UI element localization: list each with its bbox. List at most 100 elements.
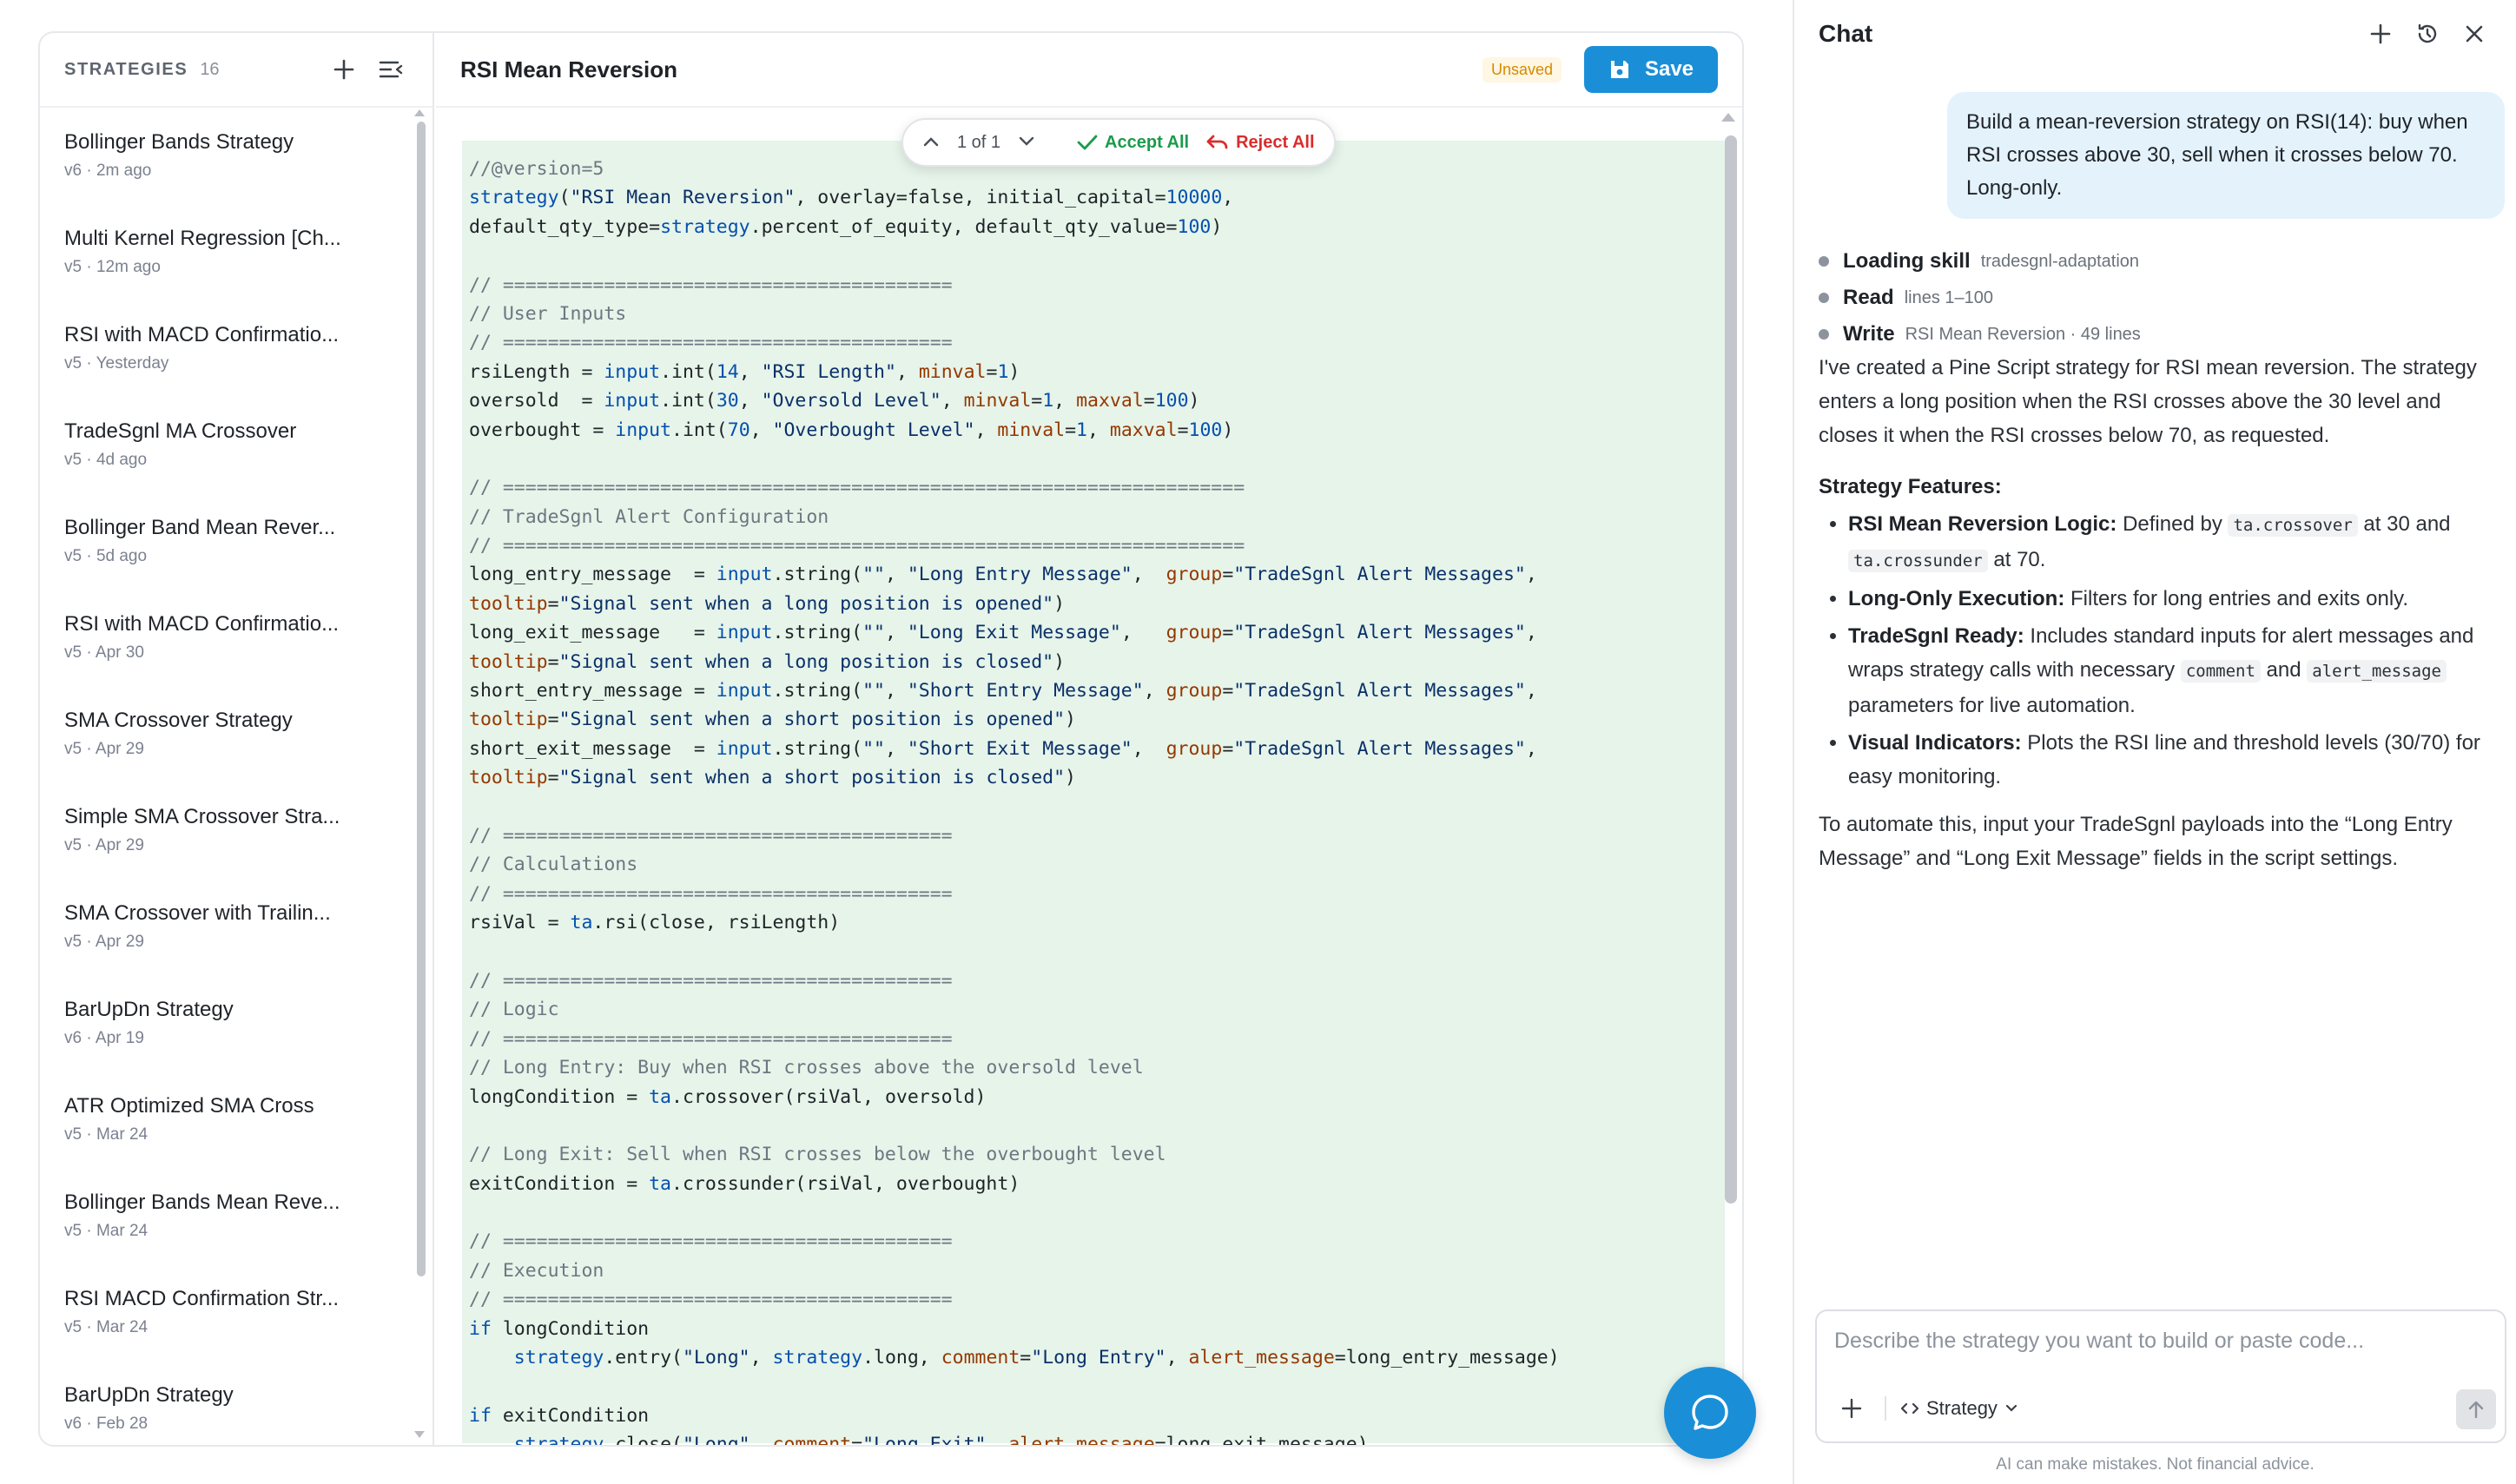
feature-title: RSI Mean Reversion Logic: xyxy=(1848,512,2117,536)
code-line[interactable]: // Execution xyxy=(469,1256,1725,1285)
code-line[interactable]: rsiLength = input.int(14, "RSI Length", … xyxy=(469,358,1725,386)
code-line[interactable]: longCondition = ta.crossover(rsiVal, ove… xyxy=(469,1083,1725,1111)
strategy-list-item[interactable]: BarUpDn Strategy v6 · Feb 28 xyxy=(40,1362,422,1445)
activity-label: Read xyxy=(1843,286,1894,309)
inline-code: alert_message xyxy=(2307,660,2447,683)
new-strategy-button[interactable] xyxy=(327,52,361,87)
code-line[interactable]: // =====================================… xyxy=(469,271,1725,300)
code-diff-area[interactable]: //@version=5 strategy("RSI Mean Reversion… xyxy=(462,141,1725,1445)
code-line[interactable]: // User Inputs xyxy=(469,300,1725,328)
strategy-meta: v5 · Apr 30 xyxy=(64,643,144,662)
support-chat-button[interactable] xyxy=(1664,1367,1756,1459)
code-line[interactable]: // =====================================… xyxy=(469,473,1725,502)
code-line[interactable] xyxy=(469,1198,1725,1227)
assistant-message: I've created a Pine Script strategy for … xyxy=(1819,351,2505,875)
chat-history-button[interactable] xyxy=(2410,16,2445,51)
unsaved-badge: Unsaved xyxy=(1482,56,1562,82)
code-line[interactable] xyxy=(469,1372,1725,1401)
previous-change-button[interactable] xyxy=(922,133,940,153)
composer-divider xyxy=(1885,1396,1886,1421)
strategy-name: SMA Crossover Strategy xyxy=(64,709,293,732)
code-line[interactable]: // Logic xyxy=(469,995,1725,1024)
strategy-list-item[interactable]: SMA Crossover with Trailin... v5 · Apr 29 xyxy=(40,881,422,977)
strategy-name: BarUpDn Strategy xyxy=(64,998,234,1021)
sidebar-scroll-up[interactable] xyxy=(414,109,425,116)
code-line[interactable]: tooltip="Signal sent when a short positi… xyxy=(469,705,1725,734)
strategy-list-item[interactable]: Bollinger Band Mean Rever... v5 · 5d ago xyxy=(40,495,422,591)
strategy-list-item[interactable]: TradeSgnl MA Crossover v5 · 4d ago xyxy=(40,399,422,495)
code-line[interactable]: // =====================================… xyxy=(469,531,1725,560)
code-line[interactable]: // =====================================… xyxy=(469,1285,1725,1314)
send-button[interactable] xyxy=(2456,1389,2496,1429)
code-line[interactable] xyxy=(469,1111,1725,1140)
code-line[interactable]: if longCondition xyxy=(469,1315,1725,1343)
mode-select[interactable]: Strategy xyxy=(1900,1393,2018,1424)
strategy-list-item[interactable]: Bollinger Bands Mean Reve... v5 · Mar 24 xyxy=(40,1170,422,1266)
strategy-list-item[interactable]: RSI with MACD Confirmatio... v5 · Apr 30 xyxy=(40,591,422,688)
collapse-sidebar-button[interactable] xyxy=(373,52,408,87)
code-line[interactable]: short_exit_message = input.string("", "S… xyxy=(469,735,1725,763)
strategy-list-item[interactable]: RSI MACD Confirmation Str... v5 · Mar 24 xyxy=(40,1266,422,1362)
code-line[interactable]: strategy.entry("Long", strategy.long, co… xyxy=(469,1343,1725,1372)
code-line[interactable]: tooltip="Signal sent when a short positi… xyxy=(469,763,1725,792)
accept-all-button[interactable]: Accept All xyxy=(1077,133,1189,153)
code-line[interactable]: // Long Exit: Sell when RSI crosses belo… xyxy=(469,1140,1725,1169)
code-line[interactable]: // =====================================… xyxy=(469,821,1725,850)
code-line[interactable]: long_entry_message = input.string("", "L… xyxy=(469,560,1725,589)
strategy-list-item[interactable]: Simple SMA Crossover Stra... v5 · Apr 29 xyxy=(40,784,422,881)
code-line[interactable] xyxy=(469,793,1725,821)
next-change-button[interactable] xyxy=(1018,133,1035,153)
code-line[interactable]: // =====================================… xyxy=(469,880,1725,908)
strategy-list-item[interactable]: Bollinger Bands Strategy v6 · 2m ago xyxy=(40,109,422,206)
code-line[interactable]: // =====================================… xyxy=(469,966,1725,995)
new-chat-button[interactable] xyxy=(2363,16,2398,51)
code-line[interactable]: tooltip="Signal sent when a long positio… xyxy=(469,590,1725,618)
strategy-list-item[interactable]: BarUpDn Strategy v6 · Apr 19 xyxy=(40,977,422,1073)
code-scroll-up[interactable] xyxy=(1721,113,1735,122)
sidebar-scroll-down[interactable] xyxy=(414,1431,425,1438)
code-line[interactable]: exitCondition = ta.crossunder(rsiVal, ov… xyxy=(469,1170,1725,1198)
code-line[interactable]: tooltip="Signal sent when a long positio… xyxy=(469,648,1725,676)
activity-item[interactable]: Read lines 1–100 xyxy=(1819,280,2496,316)
activity-detail: tradesgnl-adaptation xyxy=(1980,251,2140,271)
activity-item[interactable]: Write RSI Mean Reversion · 49 lines xyxy=(1819,316,2496,353)
feature-title: TradeSgnl Ready: xyxy=(1848,624,2024,648)
code-line[interactable]: short_entry_message = input.string("", "… xyxy=(469,676,1725,705)
code-line[interactable]: // =====================================… xyxy=(469,1025,1725,1053)
feature-item: Visual Indicators: Plots the RSI line an… xyxy=(1848,726,2505,794)
code-line[interactable]: if exitCondition xyxy=(469,1402,1725,1430)
code-line[interactable]: long_exit_message = input.string("", "Lo… xyxy=(469,618,1725,647)
code-line[interactable]: strategy.close("Long", comment="Long Exi… xyxy=(469,1430,1725,1445)
code-line[interactable]: // Calculations xyxy=(469,850,1725,879)
strategy-list-item[interactable]: Multi Kernel Regression [Ch... v5 · 12m a… xyxy=(40,206,422,302)
code-line[interactable]: strategy("RSI Mean Reversion", overlay=f… xyxy=(469,183,1725,212)
code-line[interactable] xyxy=(469,445,1725,473)
sidebar-scrollbar[interactable] xyxy=(417,122,426,1276)
code-line[interactable]: rsiVal = ta.rsi(close, rsiLength) xyxy=(469,908,1725,937)
activity-item[interactable]: Loading skill tradesgnl-adaptation xyxy=(1819,243,2496,280)
code-line[interactable]: // Long Entry: Buy when RSI crosses abov… xyxy=(469,1053,1725,1082)
code-scrollbar[interactable] xyxy=(1725,135,1737,1204)
close-chat-button[interactable] xyxy=(2457,16,2492,51)
code-line[interactable]: // =====================================… xyxy=(469,1227,1725,1256)
editor-card: STRATEGIES 16 Bollinger Bands Strategy v6… xyxy=(38,31,1744,1447)
reject-all-button[interactable]: Reject All xyxy=(1206,133,1315,153)
save-button[interactable]: Save xyxy=(1584,46,1718,93)
code-line[interactable] xyxy=(469,938,1725,966)
activity-label: Write xyxy=(1843,322,1895,346)
code-line[interactable]: // =====================================… xyxy=(469,328,1725,357)
code-line[interactable]: overbought = input.int(70, "Overbought L… xyxy=(469,416,1725,445)
code-line[interactable]: default_qty_type=strategy.percent_of_equ… xyxy=(469,213,1725,241)
strategy-list-item[interactable]: RSI with MACD Confirmatio... v5 · Yesterd… xyxy=(40,302,422,399)
strategy-count: 16 xyxy=(200,59,220,79)
code-line[interactable] xyxy=(469,241,1725,270)
strategy-meta: v5 · 5d ago xyxy=(64,547,148,565)
strategy-list-item[interactable]: ATR Optimized SMA Cross v5 · Mar 24 xyxy=(40,1073,422,1170)
chevron-down-icon xyxy=(1019,136,1034,146)
strategy-list-item[interactable]: SMA Crossover Strategy v5 · Apr 29 xyxy=(40,688,422,784)
code-line[interactable]: oversold = input.int(30, "Oversold Level… xyxy=(469,386,1725,415)
attach-button[interactable] xyxy=(1834,1391,1869,1426)
chat-input[interactable] xyxy=(1834,1329,2477,1354)
code-line[interactable]: // TradeSgnl Alert Configuration xyxy=(469,503,1725,531)
code-content[interactable]: //@version=5 strategy("RSI Mean Reversion… xyxy=(462,141,1725,1445)
